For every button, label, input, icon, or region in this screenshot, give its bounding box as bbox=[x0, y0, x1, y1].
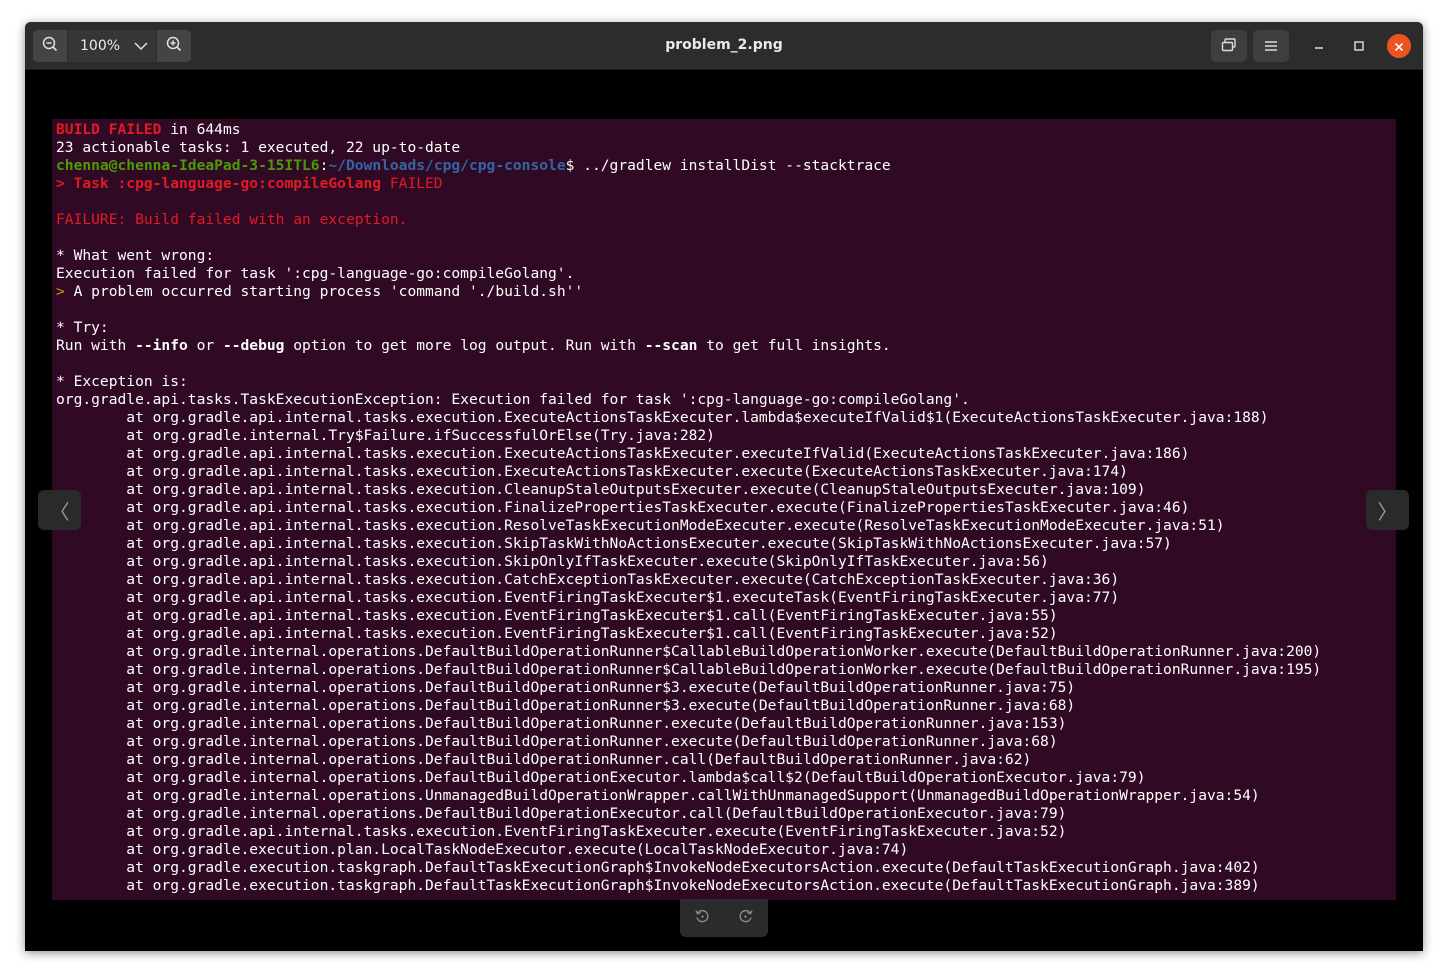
problem-arrow: > bbox=[56, 283, 65, 300]
maximize-icon bbox=[1353, 37, 1365, 56]
maximize-button[interactable] bbox=[1347, 34, 1371, 58]
minimize-icon bbox=[1313, 37, 1325, 56]
stack-frame: at org.gradle.api.internal.tasks.executi… bbox=[56, 607, 1058, 624]
prompt-command: $ ../gradlew installDist --stacktrace bbox=[565, 157, 891, 174]
zoom-out-icon bbox=[42, 36, 58, 56]
rotate-left-icon bbox=[694, 908, 710, 928]
zoom-in-button[interactable] bbox=[157, 30, 191, 62]
prompt-path: ~/Downloads/cpg/cpg-console bbox=[328, 157, 566, 174]
displayed-image-terminal: BUILD FAILED in 644ms 23 actionable task… bbox=[52, 119, 1396, 900]
image-viewer-window: 100% problem_2.png BUILD FAILED in 644ms… bbox=[25, 22, 1423, 951]
stack-frame: at org.gradle.api.internal.tasks.executi… bbox=[56, 553, 1049, 570]
chevron-down-icon bbox=[134, 41, 148, 51]
insights-text: to get full insights. bbox=[697, 337, 891, 354]
stack-frame: at org.gradle.execution.plan.LocalTaskNo… bbox=[56, 841, 909, 858]
build-time: in 644ms bbox=[161, 121, 241, 138]
zoom-level-value: 100% bbox=[80, 38, 121, 54]
option-text: option to get more log output. Run with bbox=[284, 337, 645, 354]
debug-option: --debug bbox=[222, 337, 285, 354]
prompt-user: chenna@chenna-IdeaPad-3-15ITL6 bbox=[56, 157, 320, 174]
rotate-controls bbox=[680, 899, 768, 937]
stack-frame: at org.gradle.internal.operations.Defaul… bbox=[56, 679, 1076, 696]
run-with-line: Run with --info or --debug option to get… bbox=[56, 337, 1321, 355]
stack-frame: at org.gradle.execution.taskgraph.Defaul… bbox=[56, 859, 1260, 876]
info-option: --info bbox=[135, 337, 188, 354]
zoom-out-button[interactable] bbox=[33, 30, 67, 62]
header-bar: 100% problem_2.png bbox=[25, 22, 1423, 70]
stack-frame: at org.gradle.api.internal.tasks.executi… bbox=[56, 535, 1172, 552]
stack-frame: at org.gradle.internal.Try$Failure.ifSuc… bbox=[56, 427, 715, 444]
rotate-right-button[interactable] bbox=[738, 908, 754, 928]
stack-frame: at org.gradle.api.internal.tasks.executi… bbox=[56, 463, 1128, 480]
hamburger-menu-icon bbox=[1264, 37, 1278, 56]
stack-frame: at org.gradle.internal.operations.Defaul… bbox=[56, 769, 1146, 786]
terminal-output: BUILD FAILED in 644ms 23 actionable task… bbox=[56, 121, 1321, 895]
scan-option: --scan bbox=[644, 337, 698, 354]
stack-frame: at org.gradle.api.internal.tasks.executi… bbox=[56, 823, 1067, 840]
stack-frame: at org.gradle.internal.operations.Defaul… bbox=[56, 661, 1322, 678]
build-failed-line: BUILD FAILED in 644ms bbox=[56, 121, 1321, 139]
task-line: > Task :cpg-language-go:compileGolang FA… bbox=[56, 175, 1321, 193]
close-button[interactable] bbox=[1387, 34, 1411, 58]
gallery-icon bbox=[1221, 37, 1237, 56]
stack-frame: at org.gradle.api.internal.tasks.executi… bbox=[56, 499, 1190, 516]
next-image-button[interactable]: 〉 bbox=[1366, 490, 1409, 530]
stack-frame: at org.gradle.api.internal.tasks.executi… bbox=[56, 445, 1190, 462]
stack-frame: at org.gradle.internal.operations.Defaul… bbox=[56, 751, 1032, 768]
stack-frame: at org.gradle.internal.operations.Defaul… bbox=[56, 715, 1067, 732]
problem-text: A problem occurred starting process 'com… bbox=[64, 283, 584, 300]
execution-failed-line: Execution failed for task ':cpg-language… bbox=[56, 265, 575, 282]
zoom-in-icon bbox=[166, 36, 182, 56]
stack-frame: at org.gradle.api.internal.tasks.executi… bbox=[56, 517, 1225, 534]
stack-frame: at org.gradle.internal.operations.Defaul… bbox=[56, 733, 1058, 750]
chevron-right-icon: 〉 bbox=[1377, 499, 1398, 524]
previous-image-button[interactable]: 〈 bbox=[38, 490, 81, 530]
stack-frame: at org.gradle.execution.taskgraph.Defaul… bbox=[56, 877, 1260, 894]
stack-frame: at org.gradle.api.internal.tasks.executi… bbox=[56, 625, 1058, 642]
or-text: or bbox=[187, 337, 223, 354]
rotate-left-button[interactable] bbox=[694, 908, 710, 928]
actionable-tasks-line: 23 actionable tasks: 1 executed, 22 up-t… bbox=[56, 139, 461, 156]
exception-heading: * Exception is: bbox=[56, 373, 188, 390]
stack-frame: at org.gradle.internal.operations.Defaul… bbox=[56, 697, 1076, 714]
problem-line: > A problem occurred starting process 'c… bbox=[56, 283, 1321, 301]
exception-line: org.gradle.api.tasks.TaskExecutionExcept… bbox=[56, 391, 970, 408]
task-name: > Task :cpg-language-go:compileGolang bbox=[56, 175, 382, 192]
prompt-line: chenna@chenna-IdeaPad-3-15ITL6:~/Downloa… bbox=[56, 157, 1321, 175]
stack-frame: at org.gradle.api.internal.tasks.executi… bbox=[56, 481, 1146, 498]
zoom-controls: 100% bbox=[33, 30, 191, 62]
gallery-button[interactable] bbox=[1211, 30, 1247, 62]
stack-frame: at org.gradle.internal.operations.Defaul… bbox=[56, 805, 1067, 822]
what-went-wrong-heading: * What went wrong: bbox=[56, 247, 215, 264]
stack-frame: at org.gradle.internal.operations.Defaul… bbox=[56, 643, 1322, 660]
run-with-text: Run with bbox=[56, 337, 136, 354]
task-status: FAILED bbox=[381, 175, 443, 192]
zoom-level-dropdown[interactable]: 100% bbox=[67, 30, 157, 62]
stack-frame: at org.gradle.api.internal.tasks.executi… bbox=[56, 589, 1120, 606]
failure-line: FAILURE: Build failed with an exception. bbox=[56, 211, 408, 228]
stack-frame: at org.gradle.api.internal.tasks.executi… bbox=[56, 571, 1120, 588]
main-menu-button[interactable] bbox=[1253, 30, 1289, 62]
close-icon bbox=[1394, 37, 1404, 56]
stack-frame: at org.gradle.api.internal.tasks.executi… bbox=[56, 409, 1269, 426]
try-heading: * Try: bbox=[56, 319, 109, 336]
rotate-right-icon bbox=[738, 908, 754, 928]
stack-frame: at org.gradle.internal.operations.Unmana… bbox=[56, 787, 1260, 804]
chevron-left-icon: 〈 bbox=[49, 499, 70, 524]
minimize-button[interactable] bbox=[1307, 34, 1331, 58]
build-failed-label: BUILD FAILED bbox=[56, 121, 162, 138]
